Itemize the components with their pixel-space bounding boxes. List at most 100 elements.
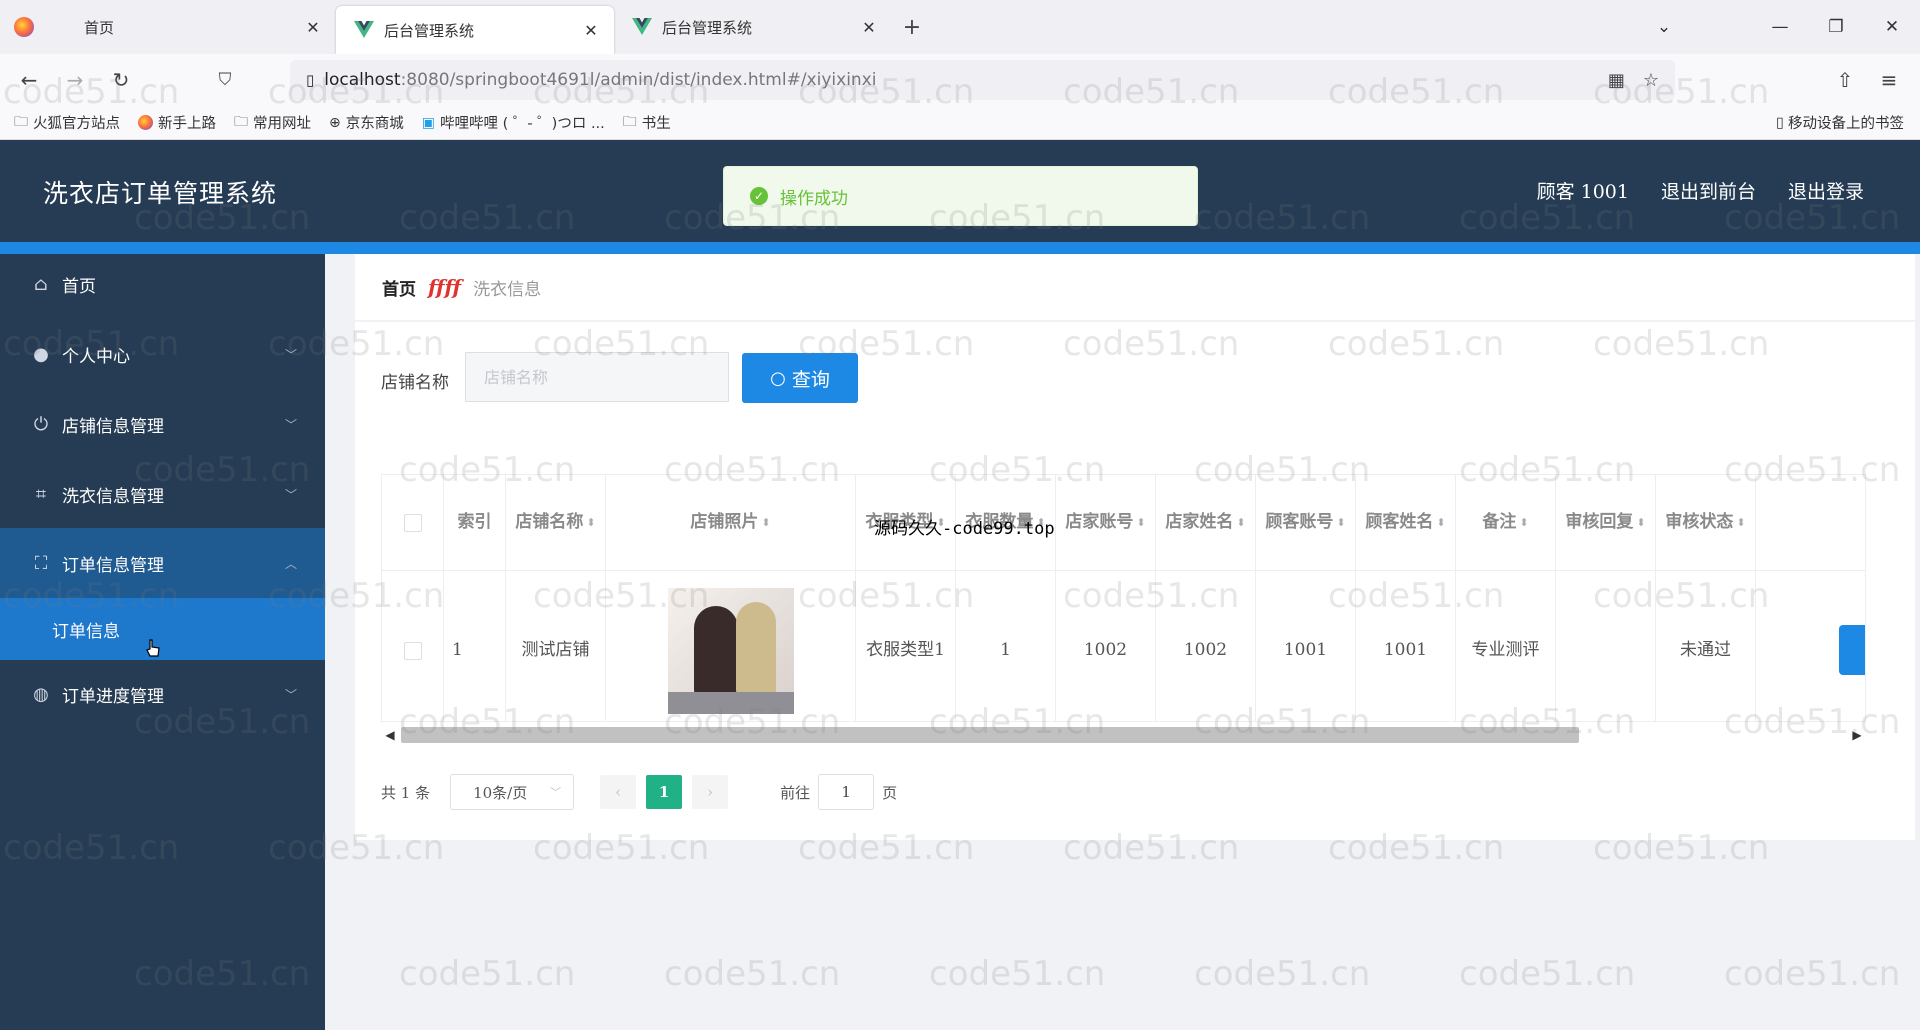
goto-label: 前往: [780, 783, 811, 802]
tab-admin-active[interactable]: 后台管理系统 ✕: [336, 6, 614, 54]
header-label: 顾客账号 ⬍: [1265, 508, 1345, 538]
url-path: :8080/springboot4691l/admin/dist/index.h…: [400, 70, 877, 90]
sort-icon[interactable]: ⬍: [1136, 517, 1145, 528]
header-shop-photo[interactable]: 店铺照片 ⬍: [606, 475, 856, 570]
header-accent-strip: [0, 242, 1920, 254]
breadcrumb-home[interactable]: 首页: [382, 275, 416, 300]
sidebar-item-laundry-info[interactable]: ⌗ 洗衣信息管理 ﹀: [0, 464, 325, 524]
app-title: 洗衣店订单管理系统: [43, 179, 278, 208]
minimize-icon[interactable]: —: [1752, 17, 1808, 37]
url-bar[interactable]: ▯ localhost:8080/springboot4691l/admin/d…: [290, 60, 1675, 100]
header-shop-owner[interactable]: 店家姓名 ⬍: [1156, 475, 1256, 570]
exit-to-frontend-link[interactable]: 退出到前台: [1661, 177, 1756, 204]
bookmark-item[interactable]: ▣ 哔哩哔哩 ( ゜- ゜)つロ ...: [422, 112, 605, 133]
sort-icon[interactable]: ⬍: [1736, 517, 1745, 528]
shield-icon[interactable]: ⛉: [202, 70, 248, 90]
header-label: 店铺名称 ⬍: [515, 508, 595, 538]
header-shop-name[interactable]: 店铺名称 ⬍: [506, 475, 606, 570]
reload-icon[interactable]: ↻: [98, 68, 144, 92]
prev-page-button[interactable]: ‹: [600, 775, 637, 809]
tab-list-chevron-icon[interactable]: ⌄: [1636, 17, 1692, 37]
header-text: 审核状态: [1665, 511, 1734, 532]
close-icon[interactable]: ✕: [858, 18, 880, 37]
bookmark-label: 火狐官方站点: [33, 116, 120, 132]
content-card: 店铺名称 ○ 查询 索引 店铺名称⬍ 店铺照片⬍ 衣服类型⬍ 衣服数量⬍ 店家账…: [355, 322, 1915, 840]
tab-label: 首页: [84, 18, 115, 37]
next-page-button[interactable]: ›: [692, 775, 729, 809]
close-window-icon[interactable]: ✕: [1864, 17, 1920, 37]
header-remark[interactable]: 备注 ⬍: [1456, 475, 1556, 570]
scroll-right-icon[interactable]: ▶: [1848, 728, 1866, 742]
scroll-track[interactable]: [399, 727, 1848, 743]
sidebar-item-order-info[interactable]: ⛶ 订单信息管理 ︿: [0, 528, 325, 598]
close-icon[interactable]: ✕: [302, 18, 324, 37]
firefox-menu[interactable]: [0, 0, 56, 54]
page-number-button[interactable]: 1: [646, 775, 683, 809]
sidebar-item-label: 洗衣信息管理: [62, 486, 164, 507]
close-icon[interactable]: ✕: [580, 21, 602, 40]
shop-name-search-input[interactable]: [465, 352, 729, 402]
photo-figure: [735, 602, 776, 696]
bookmark-star-icon[interactable]: ☆: [1643, 70, 1659, 91]
back-icon[interactable]: ←: [6, 68, 52, 92]
sort-icon[interactable]: ⬍: [586, 517, 595, 528]
row-checkbox[interactable]: [403, 642, 422, 660]
sidebar-subitem-order[interactable]: 订单信息: [0, 598, 325, 660]
mobile-bookmarks[interactable]: ▯ 移动设备上的书签: [1776, 112, 1904, 133]
tab-home[interactable]: 首页 ✕: [56, 0, 336, 54]
header-text: 店家账号: [1065, 511, 1134, 532]
forward-icon[interactable]: →: [52, 68, 98, 92]
new-tab-icon[interactable]: +: [892, 15, 932, 40]
bookmark-label: 新手上路: [158, 116, 216, 132]
bilibili-icon: ▣: [421, 114, 435, 131]
sort-icon[interactable]: ⬍: [1636, 517, 1645, 528]
bookmark-item[interactable]: 🗀 火狐官方站点: [14, 111, 120, 135]
cell-review-reply: [1556, 571, 1656, 721]
select-all-checkbox[interactable]: [403, 513, 422, 532]
cell-customer-account: 1001: [1256, 571, 1356, 721]
sidebar-item-personal-center[interactable]: ● 个人中心 ﹀: [0, 324, 325, 384]
sort-icon[interactable]: ⬍: [1519, 517, 1528, 528]
page-size-value: 10条/页: [473, 783, 528, 802]
detail-button[interactable]: [1839, 625, 1865, 675]
sort-icon[interactable]: ⬍: [761, 517, 770, 528]
qr-code-icon[interactable]: ▦: [1608, 70, 1625, 91]
shop-photo-image[interactable]: [667, 588, 794, 714]
main-content: 首页 ffff 洗衣信息 店铺名称 ○ 查询 索引 店铺名称⬍ 店铺照片⬍ 衣服…: [325, 254, 1920, 1030]
restore-icon[interactable]: ❐: [1808, 17, 1864, 37]
table-horizontal-scrollbar[interactable]: ◀ ▶: [381, 726, 1866, 744]
header-shop-account[interactable]: 店家账号 ⬍: [1056, 475, 1156, 570]
header-label: 索引: [457, 511, 492, 532]
search-button-label: 查询: [791, 368, 830, 391]
header-text: 备注: [1482, 511, 1517, 532]
sidebar-item-order-progress[interactable]: ◍ 订单进度管理 ﹀: [0, 660, 325, 728]
scroll-left-icon[interactable]: ◀: [381, 728, 399, 742]
folder-icon: 🗀: [234, 113, 248, 130]
tab-admin[interactable]: 后台管理系统 ✕: [614, 0, 892, 54]
cell-actions: [1756, 571, 1865, 721]
bookmark-item[interactable]: 🗀 常用网址: [234, 111, 311, 135]
page-size-select[interactable]: 10条/页 ﹀: [450, 774, 575, 810]
header-review-reply[interactable]: 审核回复 ⬍: [1556, 475, 1656, 570]
header-label: 审核回复 ⬍: [1565, 508, 1645, 538]
sidebar-item-shop-info[interactable]: ⏻ 店铺信息管理 ﹀: [0, 394, 325, 454]
logout-link[interactable]: 退出登录: [1788, 177, 1864, 204]
scroll-thumb[interactable]: [401, 727, 1579, 743]
header-review-status[interactable]: 审核状态 ⬍: [1656, 475, 1756, 570]
extensions-icon[interactable]: ⇧: [1822, 68, 1868, 92]
goto-page-input[interactable]: [818, 774, 875, 810]
bookmark-item[interactable]: 新手上路: [138, 112, 216, 133]
sidebar-item-home[interactable]: ⌂ 首页: [0, 254, 325, 314]
firefox-icon: [138, 115, 153, 130]
bookmark-item[interactable]: 🗀 书生: [623, 111, 671, 135]
sort-icon[interactable]: ⬍: [1336, 517, 1345, 528]
search-button[interactable]: ○ 查询: [742, 353, 858, 403]
window-controls: ⌄ — ❐ ✕: [1636, 0, 1920, 54]
bookmark-item[interactable]: ⊕ 京东商城: [329, 112, 404, 133]
header-customer-name[interactable]: 顾客姓名 ⬍: [1356, 475, 1456, 570]
header-customer-account[interactable]: 顾客账号 ⬍: [1256, 475, 1356, 570]
sidebar-item-label: 订单信息: [52, 621, 120, 642]
sort-icon[interactable]: ⬍: [1436, 517, 1445, 528]
sort-icon[interactable]: ⬍: [1236, 517, 1245, 528]
menu-icon[interactable]: ≡: [1866, 68, 1912, 92]
